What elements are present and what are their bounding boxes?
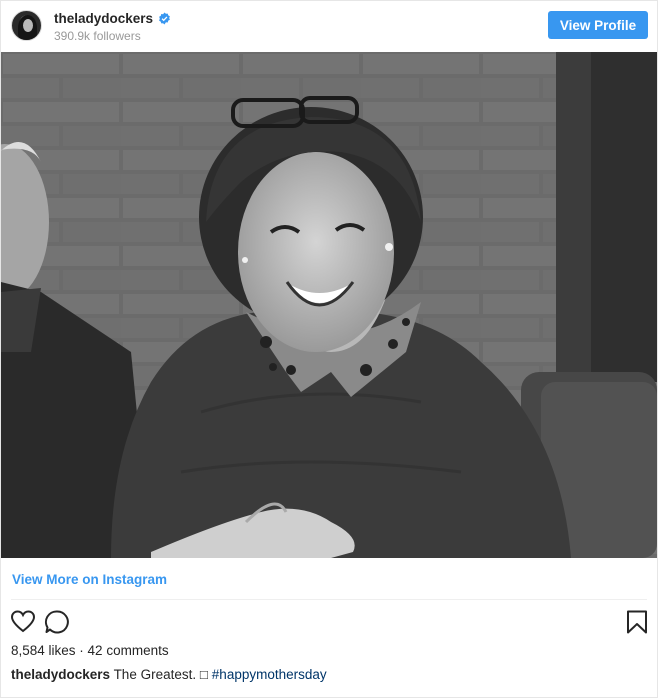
post-header: theladydockers 390.9k followers View Pro… (1, 1, 657, 51)
stats-separator: · (75, 643, 88, 658)
instagram-embed: theladydockers 390.9k followers View Pro… (0, 0, 658, 698)
view-more-on-instagram-link[interactable]: View More on Instagram (12, 572, 167, 587)
bookmark-icon[interactable] (624, 609, 650, 635)
emoji-placeholder: □ (199, 667, 209, 682)
photo-illustration (1, 52, 657, 558)
comments-count[interactable]: 42 comments (88, 643, 169, 658)
avatar-face (23, 19, 33, 32)
post-photo[interactable] (1, 52, 657, 558)
caption-username[interactable]: theladydockers (11, 667, 110, 682)
username[interactable]: theladydockers (54, 11, 153, 26)
verified-icon (159, 12, 170, 25)
post-stats: 8,584 likes · 42 comments (11, 643, 169, 658)
caption-text: The Greatest. (113, 667, 197, 682)
hashtag-link[interactable]: #happymothersday (212, 667, 327, 682)
post-caption: theladydockers The Greatest. □ #happymot… (11, 667, 327, 682)
likes-count[interactable]: 8,584 likes (11, 643, 76, 658)
comment-icon[interactable] (44, 609, 70, 635)
divider (11, 599, 647, 600)
username-row[interactable]: theladydockers (54, 11, 171, 26)
view-profile-button[interactable]: View Profile (548, 11, 648, 39)
heart-icon[interactable] (10, 609, 36, 635)
avatar[interactable] (11, 10, 42, 41)
followers-count: 390.9k followers (54, 29, 141, 43)
